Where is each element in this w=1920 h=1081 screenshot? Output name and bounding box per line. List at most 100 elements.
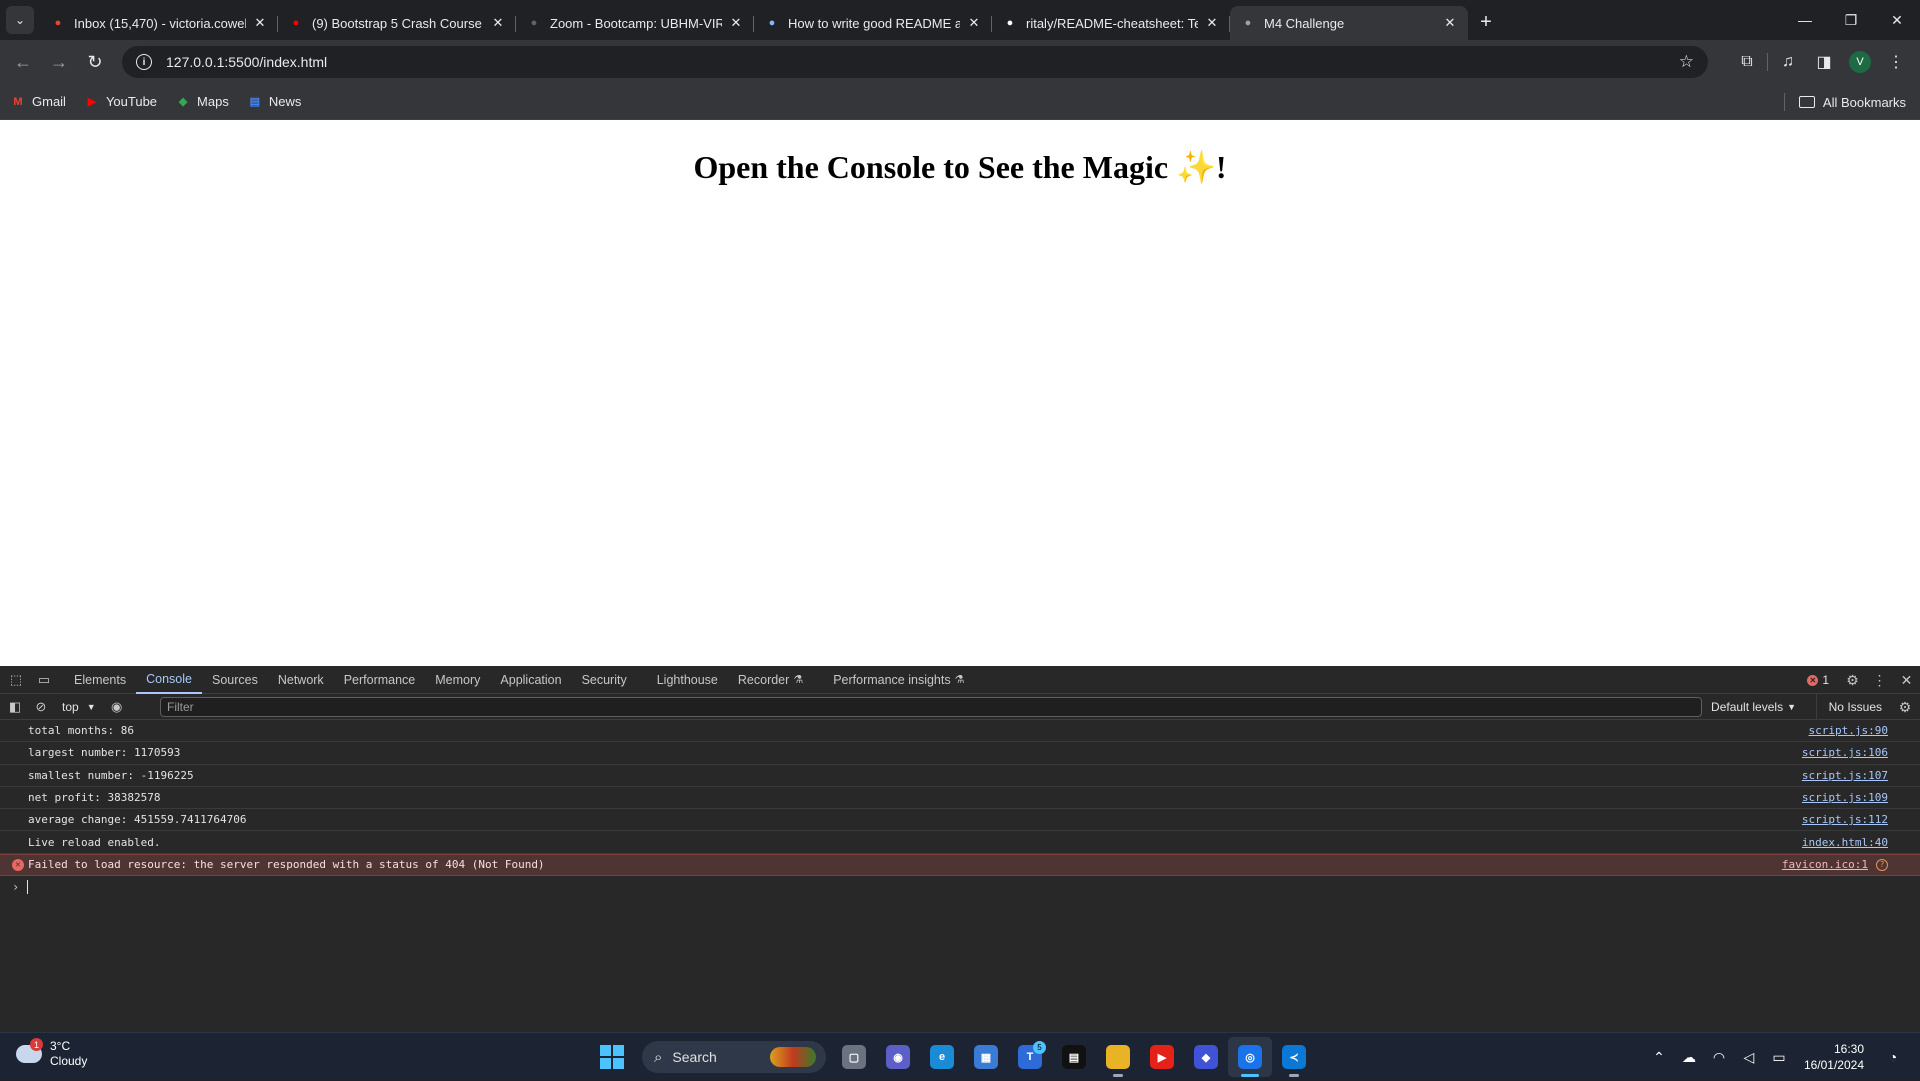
plus-icon: + xyxy=(1480,10,1492,33)
log-source-link[interactable]: script.js:107 xyxy=(1802,769,1888,782)
close-tab-icon[interactable]: ✕ xyxy=(1204,15,1220,31)
devtools-tab[interactable]: Security xyxy=(572,666,637,694)
filter-input[interactable]: Filter xyxy=(160,697,1702,717)
media-controls-icon[interactable]: ♫ xyxy=(1770,46,1806,78)
clock[interactable]: 16:30 16/01/2024 xyxy=(1804,1041,1864,1073)
devtools-tab[interactable]: Network xyxy=(268,666,334,694)
devtools-tabbar: ⬚ ▭ Elements Console Sources Network Perform… xyxy=(0,666,1920,694)
log-source-link[interactable]: script.js:109 xyxy=(1802,791,1888,804)
wifi-icon[interactable]: ◠ xyxy=(1704,1049,1734,1066)
console-prompt[interactable]: › xyxy=(0,876,1920,898)
log-source-link[interactable]: script.js:106 xyxy=(1802,746,1888,759)
bookmark-item[interactable]: M Gmail xyxy=(10,94,66,110)
taskbar-app[interactable]: ◎ xyxy=(1228,1037,1272,1077)
side-panel-icon[interactable]: ◨ xyxy=(1806,46,1842,78)
devtools-tab[interactable]: Memory xyxy=(425,666,490,694)
insight-bulb-icon[interactable]: ? xyxy=(1876,858,1888,871)
taskbar-app[interactable]: ▢ xyxy=(832,1037,876,1077)
volume-icon[interactable]: ◁ xyxy=(1734,1049,1764,1066)
taskbar-search[interactable]: ⌕ Search xyxy=(642,1041,826,1073)
restore-button[interactable]: ❐ xyxy=(1828,0,1874,40)
back-button[interactable]: ← xyxy=(6,45,40,79)
sidebar-toggle-icon[interactable]: ◧ xyxy=(2,699,28,715)
devtools-tab[interactable]: Performance insights ⚗ xyxy=(823,666,974,694)
log-source-link[interactable]: script.js:90 xyxy=(1809,724,1888,737)
extensions-icon[interactable]: ⧉ xyxy=(1729,46,1765,78)
devtools-tab[interactable]: Console xyxy=(136,666,202,694)
close-devtools-icon[interactable]: ✕ xyxy=(1893,672,1920,689)
taskbar-app[interactable]: ◉ xyxy=(876,1037,920,1077)
devtools-menu-icon[interactable]: ⋮ xyxy=(1866,672,1893,689)
console-settings-icon[interactable]: ⚙ xyxy=(1892,694,1918,720)
weather-widget[interactable]: 1 3°C Cloudy xyxy=(16,1038,87,1069)
taskbar-app[interactable]: T5 xyxy=(1008,1037,1052,1077)
notification-bell-icon[interactable]: ◔ xyxy=(1878,1049,1908,1065)
close-window-button[interactable]: ✕ xyxy=(1874,0,1920,40)
inspect-element-icon[interactable]: ⬚ xyxy=(2,672,30,688)
teams-badge: 5 xyxy=(1033,1041,1046,1054)
taskbar-app[interactable]: ◆ xyxy=(1184,1037,1228,1077)
browser-tab[interactable]: ● Inbox (15,470) - victoria.cowell4 ✕ xyxy=(40,6,278,40)
bookmark-item[interactable]: ▤ News xyxy=(247,94,302,110)
taskbar-app[interactable]: ▦ xyxy=(964,1037,1008,1077)
copilot-icon: ◆ xyxy=(1194,1045,1218,1069)
taskbar-app[interactable]: e xyxy=(920,1037,964,1077)
browser-tab[interactable]: ● How to write good README an ✕ xyxy=(754,6,992,40)
device-toolbar-icon[interactable]: ▭ xyxy=(30,672,58,688)
close-tab-icon[interactable]: ✕ xyxy=(966,15,982,31)
bookmark-star-icon[interactable]: ☆ xyxy=(1679,52,1694,72)
close-tab-icon[interactable]: ✕ xyxy=(252,15,268,31)
tab-search-button[interactable]: ⌄ xyxy=(6,6,34,34)
battery-icon[interactable]: ▭ xyxy=(1764,1049,1794,1066)
live-expression-eye-icon[interactable]: ◉ xyxy=(104,699,130,715)
close-tab-icon[interactable]: ✕ xyxy=(490,15,506,31)
browser-tab[interactable]: ● M4 Challenge ✕ xyxy=(1230,6,1468,40)
page-viewport: Open the Console to See the Magic ✨! xyxy=(0,120,1920,666)
search-highlight-image xyxy=(770,1047,816,1067)
start-button[interactable] xyxy=(600,1045,624,1069)
devtools-tab[interactable]: Sources xyxy=(202,666,268,694)
profile-button[interactable]: V xyxy=(1842,46,1878,78)
taskbar-app[interactable]: ▶ xyxy=(1140,1037,1184,1077)
log-source-link[interactable]: favicon.ico:1 xyxy=(1782,858,1868,871)
taskbar-app[interactable]: ≺ xyxy=(1272,1037,1316,1077)
devtools-tab[interactable]: Lighthouse xyxy=(647,666,728,694)
file-explorer-icon xyxy=(1106,1045,1130,1069)
tray-overflow-icon[interactable]: ⌃ xyxy=(1644,1049,1674,1066)
bookmarks-bar: M Gmail ▶ YouTube ◆ Maps ▤ News All Bookmarks xyxy=(0,84,1920,120)
globe-icon: ● xyxy=(1244,17,1252,29)
context-selector[interactable]: top ▼ xyxy=(54,700,104,714)
close-tab-icon[interactable]: ✕ xyxy=(728,15,744,31)
browser-menu-icon[interactable]: ⋮ xyxy=(1878,46,1914,78)
browser-tab[interactable]: ● ritaly/README-cheatsheet: Tem ✕ xyxy=(992,6,1230,40)
log-source-link[interactable]: index.html:40 xyxy=(1802,836,1888,849)
new-tab-button[interactable]: + xyxy=(1472,8,1500,36)
onedrive-icon[interactable]: ☁ xyxy=(1674,1049,1704,1066)
log-source-link[interactable]: script.js:112 xyxy=(1802,813,1888,826)
taskbar-app[interactable]: ▤ xyxy=(1052,1037,1096,1077)
log-message: smallest number: -1196225 xyxy=(28,768,194,782)
devtools-tab[interactable]: Recorder ⚗ xyxy=(728,666,813,694)
browser-tab[interactable]: ● Zoom - Bootcamp: UBHM-VIRT ✕ xyxy=(516,6,754,40)
reload-icon: ↻ xyxy=(87,51,103,72)
reload-button[interactable]: ↻ xyxy=(78,45,112,79)
bookmark-item[interactable]: ◆ Maps xyxy=(175,94,229,110)
taskbar-app[interactable] xyxy=(1096,1037,1140,1077)
all-bookmarks-button[interactable]: All Bookmarks xyxy=(1783,84,1906,120)
devtools-tab[interactable]: Performance xyxy=(334,666,426,694)
news-icon: ▤ xyxy=(249,96,261,108)
devtools-tab[interactable]: Elements xyxy=(64,666,136,694)
address-bar[interactable]: i 127.0.0.1:5500/index.html ☆ xyxy=(122,46,1708,78)
bookmark-item[interactable]: ▶ YouTube xyxy=(84,94,157,110)
devtools-tab[interactable]: Application xyxy=(490,666,571,694)
clear-console-icon[interactable]: ⊘ xyxy=(28,699,54,715)
close-tab-icon[interactable]: ✕ xyxy=(1442,15,1458,31)
site-info-icon[interactable]: i xyxy=(136,54,152,70)
settings-gear-icon[interactable]: ⚙ xyxy=(1839,672,1866,689)
issues-button[interactable]: No Issues xyxy=(1815,694,1882,720)
log-levels-dropdown[interactable]: Default levels ▼ xyxy=(1711,694,1796,720)
minimize-button[interactable]: — xyxy=(1782,0,1828,40)
forward-button[interactable]: → xyxy=(42,45,76,79)
error-counter[interactable]: ✕ 1 xyxy=(1807,673,1829,687)
browser-tab[interactable]: ● (9) Bootstrap 5 Crash Course Tu ✕ xyxy=(278,6,516,40)
